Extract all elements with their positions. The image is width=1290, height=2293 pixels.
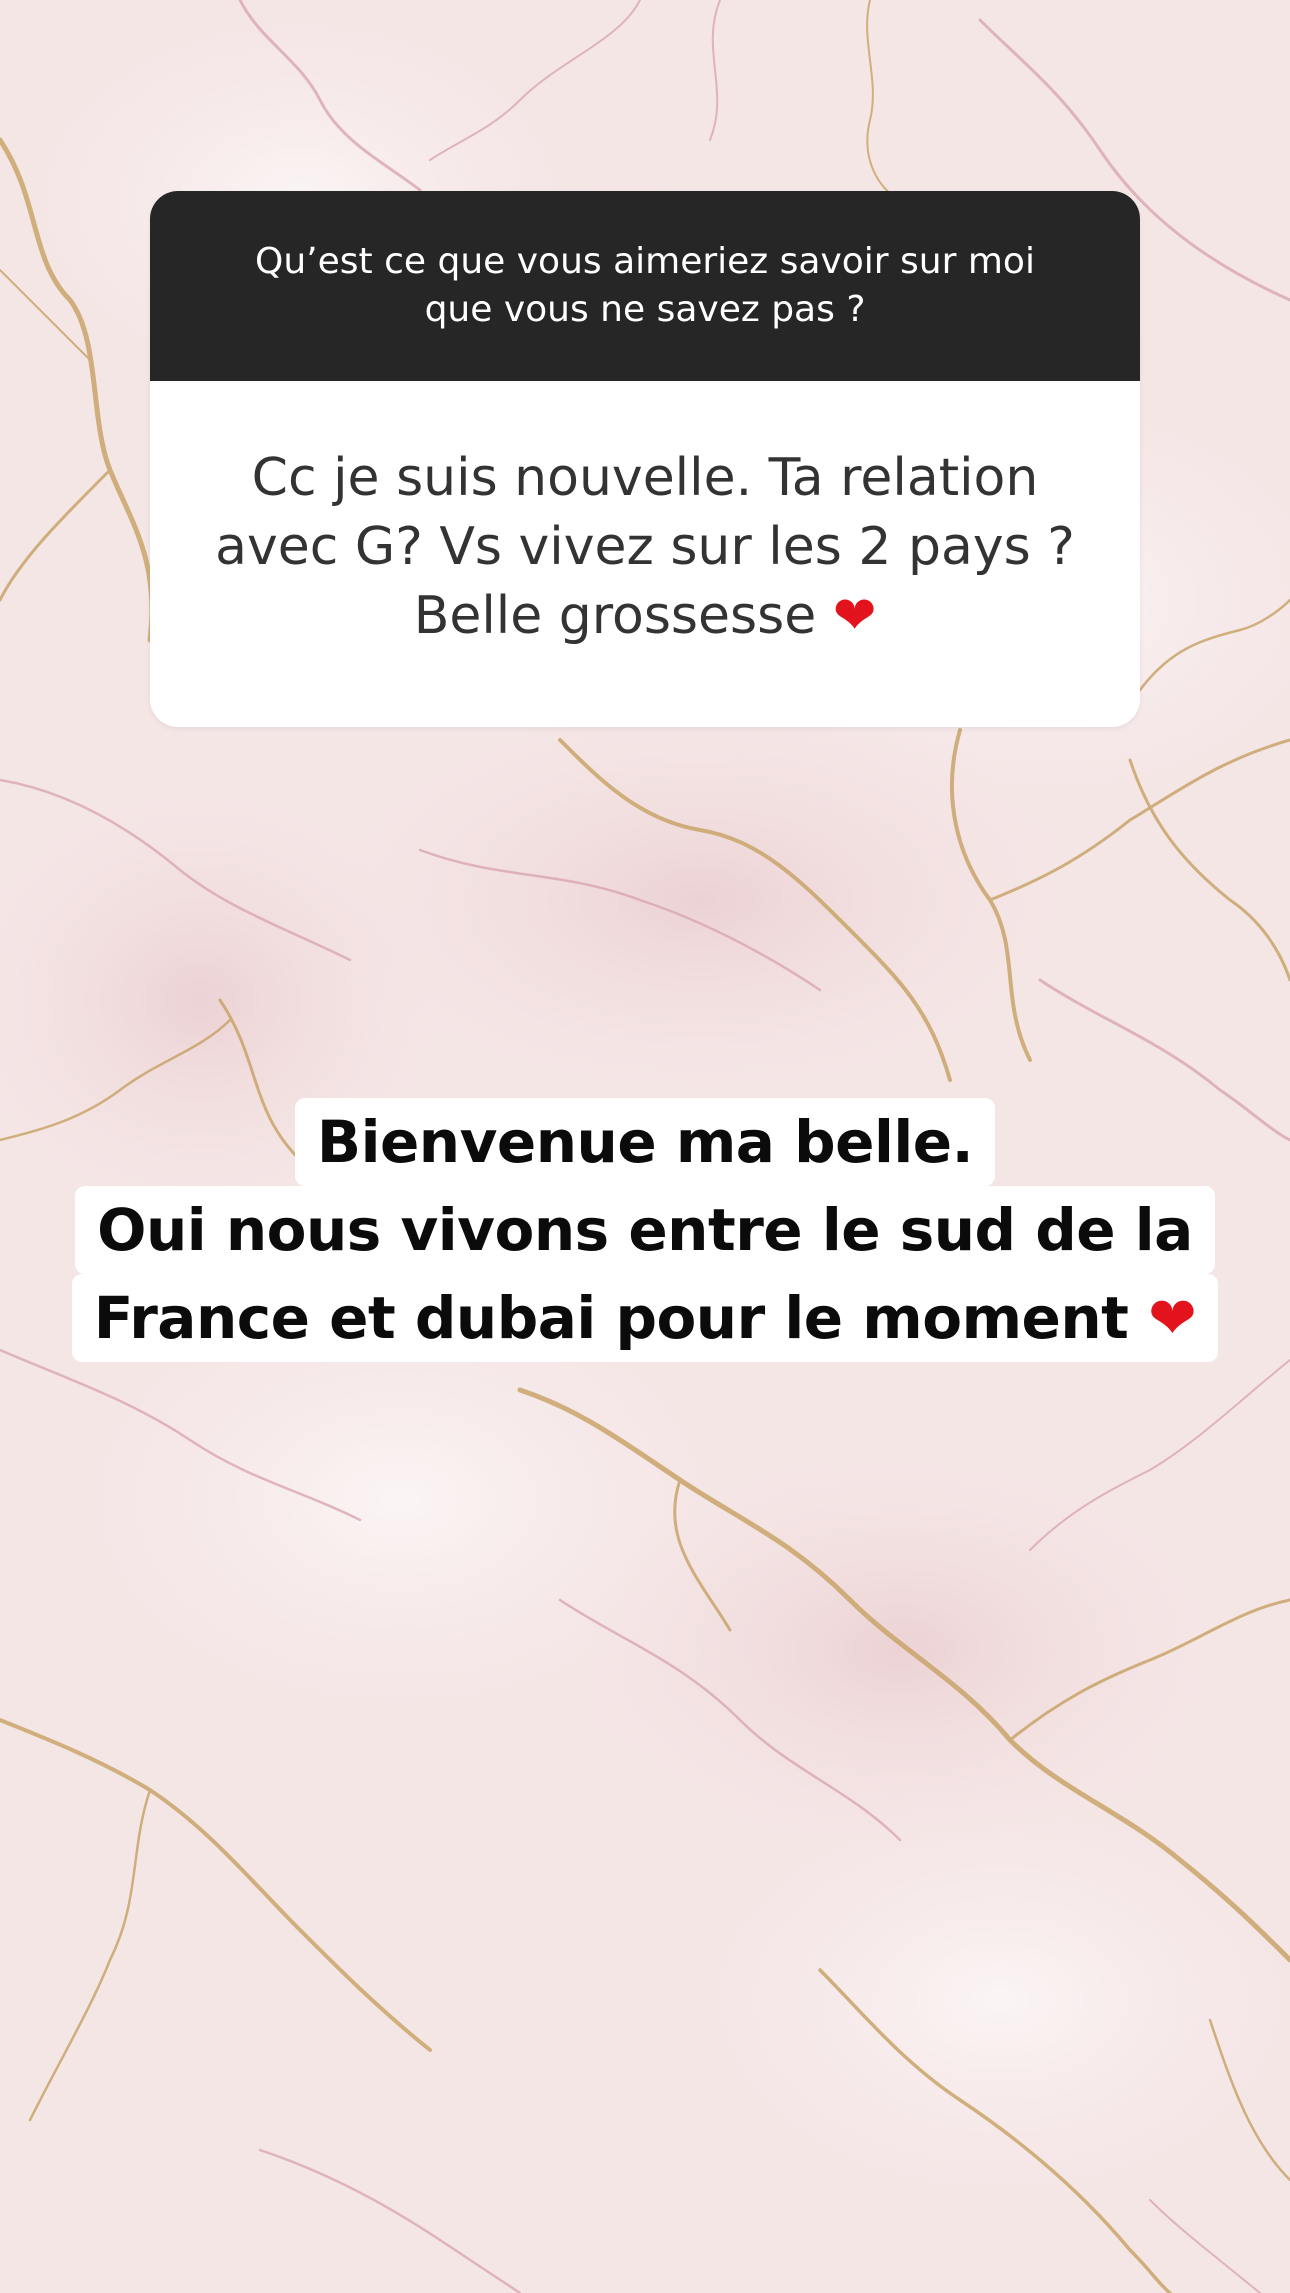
question-response-text: Cc je suis nouvelle. Ta relation avec G?…	[215, 447, 1075, 646]
answer-line-2: Oui nous vivons entre le sud de la	[75, 1186, 1215, 1274]
answer-line-1: Bienvenue ma belle.	[294, 1098, 996, 1186]
red-heart-emoji: ❤	[832, 585, 877, 646]
answer-line-3: France et dubai pour le moment ❤	[71, 1274, 1219, 1362]
answer-text-block: Bienvenue ma belle. Oui nous vivons entr…	[0, 1098, 1290, 1362]
question-sticker-card: Qu’est ce que vous aimeriez savoir sur m…	[150, 191, 1140, 727]
question-prompt: Qu’est ce que vous aimeriez savoir sur m…	[150, 191, 1140, 381]
red-heart-emoji: ❤	[1148, 1284, 1197, 1352]
answer-line-3-text: France et dubai pour le moment	[93, 1284, 1129, 1352]
question-response: Cc je suis nouvelle. Ta relation avec G?…	[150, 381, 1140, 727]
